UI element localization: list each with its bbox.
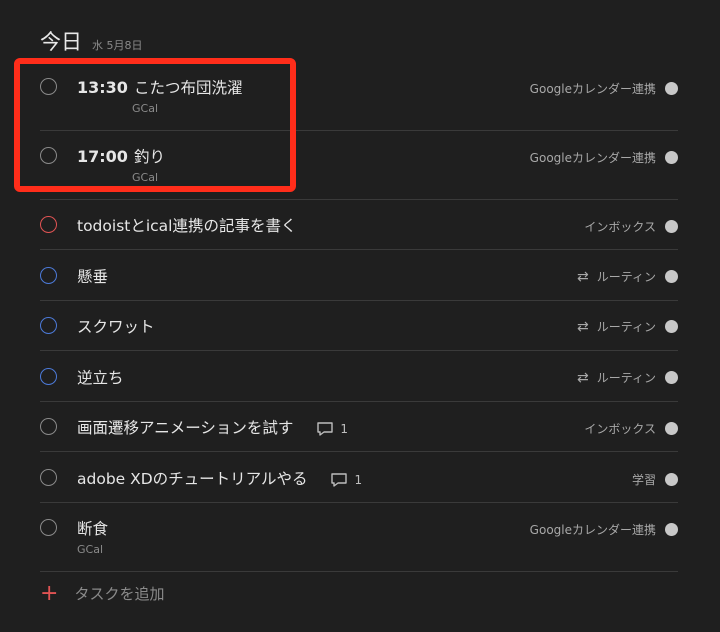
project-color-dot xyxy=(665,422,678,435)
task-project[interactable]: 学習 xyxy=(632,471,678,488)
recurring-icon: ⇄ xyxy=(576,318,589,335)
add-task-button[interactable]: + タスクを追加 xyxy=(40,580,165,606)
task-project-label: 学習 xyxy=(631,473,656,487)
task-project[interactable]: ⇄ ルーティン xyxy=(577,369,678,386)
task-checkbox[interactable] xyxy=(40,519,57,536)
page-header: 今日 水 5月8日 xyxy=(40,26,143,56)
project-color-dot xyxy=(665,473,678,486)
task-checkbox[interactable] xyxy=(40,469,57,486)
task-checkbox[interactable] xyxy=(40,267,57,284)
project-color-dot xyxy=(665,82,678,95)
page-title: 今日 xyxy=(40,30,82,54)
comment-count[interactable]: 1 xyxy=(316,421,348,437)
recurring-icon: ⇄ xyxy=(576,268,589,285)
task-checkbox[interactable] xyxy=(40,368,57,385)
task-project[interactable]: Googleカレンダー連携 xyxy=(530,80,678,97)
task-project[interactable]: インボックス xyxy=(584,420,678,437)
task-checkbox[interactable] xyxy=(40,317,57,334)
comment-count-label: 1 xyxy=(354,472,363,487)
task-project-label: ルーティン xyxy=(596,371,656,385)
divider xyxy=(40,249,678,250)
task-checkbox[interactable] xyxy=(40,418,57,435)
task-title: todoistとical連携の記事を書く xyxy=(77,217,297,235)
task-project-label: Googleカレンダー連携 xyxy=(529,151,656,165)
task-project[interactable]: ⇄ ルーティン xyxy=(577,318,678,335)
task-project-label: Googleカレンダー連携 xyxy=(529,82,656,96)
task-title: スクワット xyxy=(77,318,155,336)
project-color-dot xyxy=(665,371,678,384)
task-content[interactable]: adobe XDのチュートリアルやる 1 xyxy=(77,467,362,489)
comment-count[interactable]: 1 xyxy=(330,472,362,488)
divider xyxy=(40,502,678,503)
task-sub-label: GCal xyxy=(77,543,104,556)
divider xyxy=(40,199,678,200)
task-project-label: ルーティン xyxy=(596,270,656,284)
divider xyxy=(40,300,678,301)
task-project-label: Googleカレンダー連携 xyxy=(529,523,656,537)
recurring-icon: ⇄ xyxy=(576,369,589,386)
project-color-dot xyxy=(665,270,678,283)
task-project[interactable]: Googleカレンダー連携 xyxy=(530,521,678,538)
comment-count-label: 1 xyxy=(340,421,348,436)
task-title: 懸垂 xyxy=(77,268,109,286)
project-color-dot xyxy=(665,523,678,536)
task-content[interactable]: todoistとical連携の記事を書く xyxy=(77,214,296,236)
task-content[interactable]: 断食 xyxy=(77,517,108,539)
divider xyxy=(40,451,678,452)
project-color-dot xyxy=(665,220,678,233)
task-title: 画面遷移アニメーションを試す xyxy=(77,419,294,437)
plus-icon: + xyxy=(40,580,59,606)
task-checkbox[interactable] xyxy=(40,216,57,233)
task-title: 逆立ち xyxy=(77,369,124,387)
task-title: 断食 xyxy=(77,520,109,538)
divider xyxy=(40,350,678,351)
task-project-label: ルーティン xyxy=(596,320,656,334)
add-task-label: タスクを追加 xyxy=(74,585,165,603)
task-project[interactable]: ⇄ ルーティン xyxy=(577,268,678,285)
task-project-label: インボックス xyxy=(584,220,656,234)
task-content[interactable]: 懸垂 xyxy=(77,265,108,287)
divider xyxy=(40,401,678,402)
comment-icon xyxy=(317,421,334,436)
project-color-dot xyxy=(665,320,678,333)
task-title: adobe XDのチュートリアルやる xyxy=(77,470,308,488)
today-view: 今日 水 5月8日 13:30 こたつ布団洗濯 GCal Googleカレンダー連… xyxy=(0,0,720,632)
comment-icon xyxy=(331,472,348,487)
task-content[interactable]: 逆立ち xyxy=(77,366,124,388)
task-project[interactable]: インボックス xyxy=(584,218,678,235)
task-project[interactable]: Googleカレンダー連携 xyxy=(530,149,678,166)
task-content[interactable]: スクワット xyxy=(77,315,155,337)
task-content[interactable]: 画面遷移アニメーションを試す 1 xyxy=(77,416,348,438)
divider xyxy=(40,571,678,572)
project-color-dot xyxy=(665,151,678,164)
highlight-box xyxy=(14,58,296,192)
page-date: 水 5月8日 xyxy=(92,39,143,52)
task-project-label: インボックス xyxy=(584,422,656,436)
